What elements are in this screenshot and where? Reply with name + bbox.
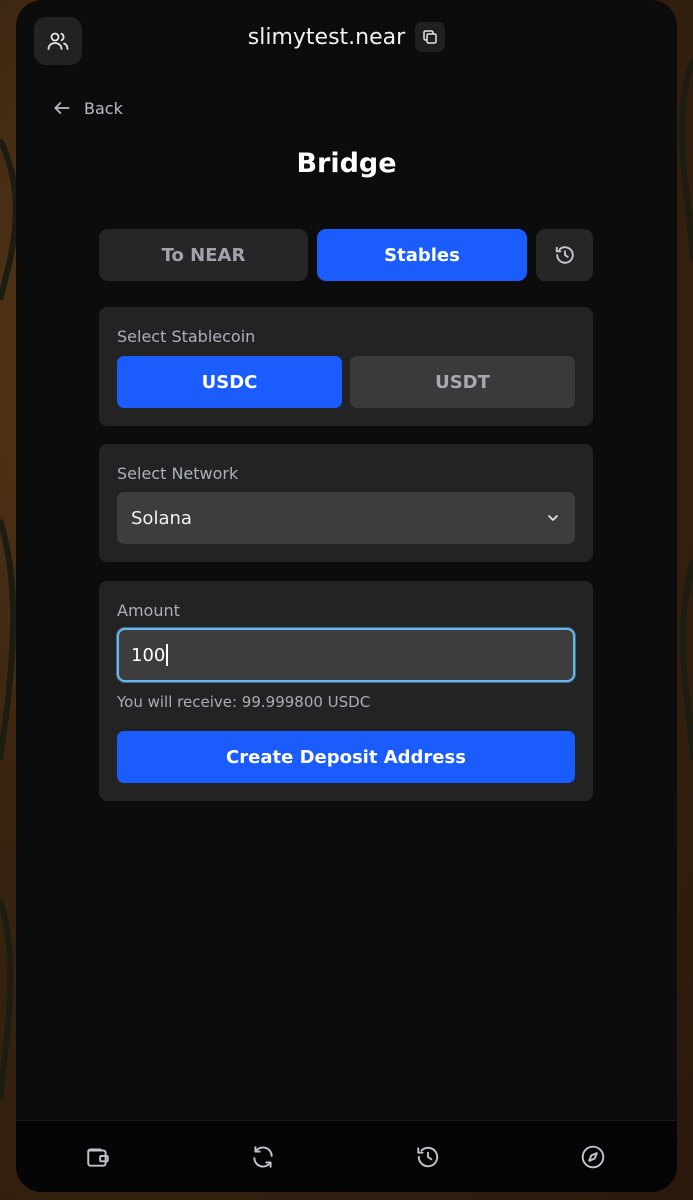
tab-to-near[interactable]: To NEAR xyxy=(99,229,308,281)
bridge-tabs: To NEAR Stables xyxy=(99,229,593,281)
amount-input[interactable]: 100 xyxy=(117,628,575,682)
copy-button[interactable] xyxy=(415,22,446,52)
header: slimytest.near xyxy=(16,0,677,84)
amount-value: 100 xyxy=(131,644,166,666)
stablecoin-card: Select Stablecoin USDC USDT xyxy=(99,307,593,426)
amount-label: Amount xyxy=(117,601,180,620)
history-icon xyxy=(417,1146,439,1168)
nav-wallet[interactable] xyxy=(84,1143,112,1171)
receive-estimate: You will receive: 99.999800 USDC xyxy=(117,693,371,711)
arrow-left-icon xyxy=(54,102,70,114)
chevron-down-icon xyxy=(548,515,558,521)
usdc-option[interactable]: USDC xyxy=(117,356,342,408)
copy-icon xyxy=(423,30,437,44)
account-name-row: slimytest.near xyxy=(16,22,677,52)
app-window: slimytest.near Back Bridge To NEAR Stabl… xyxy=(16,0,677,1192)
usdt-option[interactable]: USDT xyxy=(350,356,575,408)
nav-swap[interactable] xyxy=(249,1143,277,1171)
network-label: Select Network xyxy=(117,464,239,483)
nav-history[interactable] xyxy=(414,1143,442,1171)
wallet-icon xyxy=(87,1148,109,1167)
stablecoin-label: Select Stablecoin xyxy=(117,327,256,346)
text-caret xyxy=(166,644,169,666)
page-title: Bridge xyxy=(296,148,397,179)
back-button[interactable]: Back xyxy=(52,98,123,118)
network-card: Select Network Solana xyxy=(99,444,593,562)
account-name: slimytest.near xyxy=(247,24,406,50)
amount-card: Amount 100 You will receive: 99.999800 U… xyxy=(99,581,593,801)
create-deposit-address-button[interactable]: Create Deposit Address xyxy=(117,731,575,783)
network-selected-value: Solana xyxy=(131,507,192,529)
compass-icon xyxy=(581,1145,605,1169)
back-label: Back xyxy=(84,98,123,118)
bottom-nav xyxy=(16,1120,677,1192)
network-select[interactable]: Solana xyxy=(117,492,575,544)
tab-stables[interactable]: Stables xyxy=(317,229,527,281)
nav-explore[interactable] xyxy=(579,1143,607,1171)
history-button[interactable] xyxy=(536,229,593,281)
history-icon xyxy=(555,246,574,264)
swap-icon xyxy=(253,1146,273,1168)
